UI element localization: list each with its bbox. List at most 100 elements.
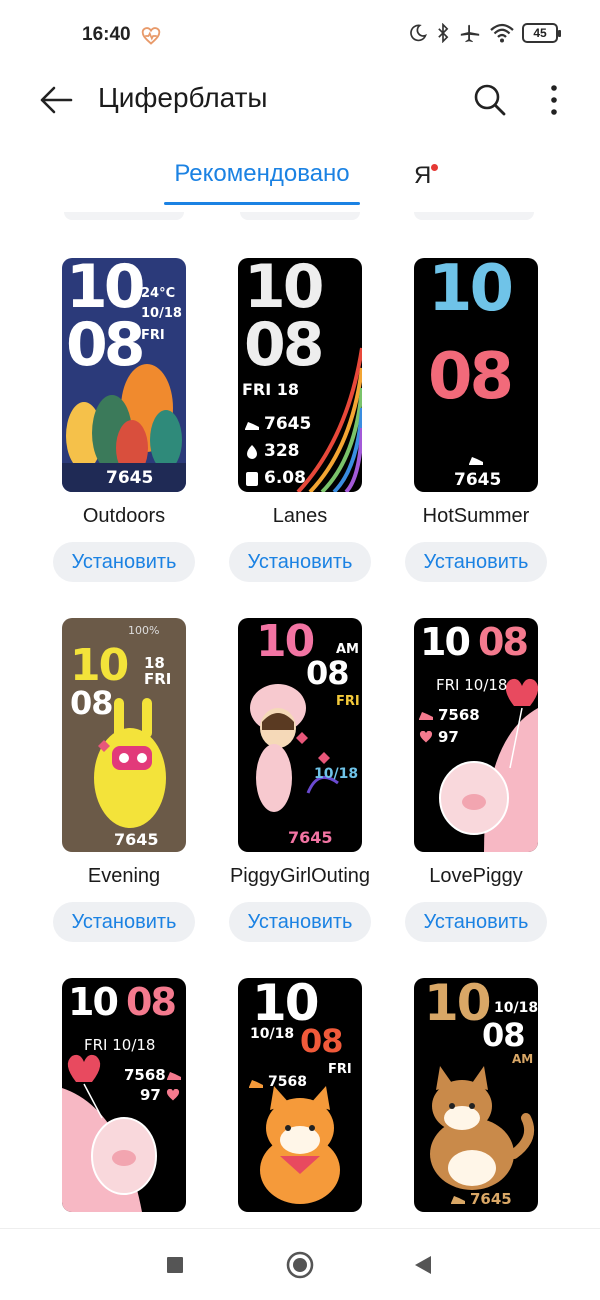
watch-hour: 10	[68, 980, 119, 1024]
watch-ampm: AM	[336, 642, 359, 657]
previous-row-button-edge	[240, 212, 360, 220]
watch-hour: 10	[256, 618, 315, 667]
watch-date: 10/18	[494, 1000, 538, 1016]
watch-day-date: FRI 10/18	[436, 676, 508, 694]
heart-icon	[166, 1089, 180, 1101]
heart-icon	[419, 731, 433, 743]
search-button[interactable]	[468, 78, 512, 122]
search-icon	[474, 84, 506, 116]
watch-date: 10/18	[250, 1026, 295, 1042]
watch-heart-rate: 97	[438, 728, 459, 746]
watch-minute: 08	[126, 980, 177, 1024]
watch-steps: 7645	[470, 1190, 512, 1208]
watch-day: FRI	[328, 1062, 352, 1077]
airplane-mode-icon	[460, 24, 480, 43]
system-navigation-bar	[0, 1228, 600, 1300]
watch-minute: 08	[478, 620, 529, 664]
watch-face-card[interactable]: 100% 10 08 18 FRI 7645 Evening Установит…	[40, 618, 208, 942]
watch-heart-rate: 97	[140, 1086, 161, 1104]
watch-face-preview-piggygirlouting[interactable]: 10 08 AM FRI 10/18 7645	[238, 618, 362, 852]
watch-temperature: 24°C	[141, 286, 176, 301]
watch-battery: 100%	[128, 624, 160, 637]
watch-steps: 7645	[106, 468, 154, 488]
status-icons: 45	[408, 22, 561, 44]
home-button[interactable]	[280, 1245, 320, 1285]
watch-minute: 08	[306, 654, 350, 692]
back-button[interactable]	[34, 78, 78, 122]
watch-hour: 10	[420, 620, 471, 664]
watch-face-card[interactable]: 10 08 24°C 10/18 FRI 7645 Outdoors Устан…	[40, 258, 208, 582]
wifi-icon	[490, 23, 514, 43]
watch-day-date: FRI 18	[242, 380, 300, 399]
watch-face-name: Evening	[87, 865, 161, 887]
watch-face-card[interactable]: 10 08 FRI 18 7645 328 6.08 Lanes Установ…	[216, 258, 384, 582]
active-tab-indicator	[164, 202, 360, 205]
watch-steps: 7568	[124, 1066, 166, 1084]
watch-face-card[interactable]: 10 08 FRI 10/18 7568 97 LovePiggy Устано…	[392, 618, 560, 942]
install-button[interactable]: Установить	[53, 542, 195, 582]
tab-recommended[interactable]: Рекомендовано	[164, 160, 360, 188]
watch-face-name: Outdoors	[82, 505, 166, 527]
watch-day: FRI	[336, 694, 360, 709]
watch-minute: 08	[244, 310, 324, 380]
home-circle-icon	[286, 1251, 314, 1279]
tab-mine[interactable]: Я	[414, 162, 431, 190]
watch-steps: 7645	[454, 470, 502, 490]
previous-row-button-edge	[64, 212, 184, 220]
watch-face-preview[interactable]: 10 08 FRI 10/18 7568 97	[62, 978, 186, 1212]
watch-minute: 08	[482, 1016, 526, 1054]
watch-minute: 08	[428, 340, 514, 414]
watch-face-name: PiggyGirlOuting	[229, 865, 371, 887]
watch-date: 10/18	[314, 766, 359, 782]
status-bar: 16:40 45	[0, 0, 600, 72]
install-button[interactable]: Установить	[53, 902, 195, 942]
watch-face-card[interactable]: 10 10/18 08 FRI 7568	[216, 978, 384, 1212]
bluetooth-icon	[438, 23, 449, 43]
do-not-disturb-moon-icon	[410, 24, 427, 42]
watch-steps: 7645	[114, 830, 159, 849]
install-button[interactable]: Установить	[229, 902, 371, 942]
watch-face-preview-outdoors[interactable]: 10 08 24°C 10/18 FRI 7645	[62, 258, 186, 492]
steps-icon	[249, 1080, 263, 1088]
app-bar: Циферблаты	[0, 72, 600, 128]
watch-face-name: HotSummer	[422, 505, 530, 527]
watch-face-preview-evening[interactable]: 100% 10 08 18 FRI 7645	[62, 618, 186, 852]
notification-dot	[431, 164, 438, 171]
watch-minute: 08	[300, 1022, 344, 1060]
steps-icon	[167, 1072, 181, 1080]
watch-face-preview[interactable]: 10 10/18 08 AM 7645	[414, 978, 538, 1212]
watch-day: FRI	[141, 328, 165, 343]
watch-face-preview-lovepiggy[interactable]: 10 08 FRI 10/18 7568 97	[414, 618, 538, 852]
watch-steps: 7645	[264, 414, 312, 434]
nav-back-button[interactable]	[403, 1245, 443, 1285]
watch-hour: 10	[424, 978, 492, 1032]
watch-steps: 7568	[268, 1074, 307, 1090]
steps-icon	[469, 457, 483, 465]
watch-face-preview[interactable]: 10 10/18 08 FRI 7568	[238, 978, 362, 1212]
tab-bar: Рекомендовано Я	[0, 150, 600, 210]
previous-row-button-edge	[414, 212, 534, 220]
watch-face-card[interactable]: 10 10/18 08 AM 7645	[392, 978, 560, 1212]
back-arrow-icon	[40, 86, 73, 114]
more-options-button[interactable]	[532, 78, 576, 122]
install-button[interactable]: Установить	[405, 902, 547, 942]
watch-steps: 7645	[288, 828, 333, 847]
recents-square-icon	[167, 1257, 183, 1273]
watch-hour: 10	[428, 258, 514, 326]
recents-button[interactable]	[155, 1245, 195, 1285]
install-button[interactable]: Установить	[405, 542, 547, 582]
watch-steps: 7568	[438, 706, 480, 724]
battery-icon: 45	[522, 23, 561, 43]
watch-minute: 08	[70, 684, 114, 722]
watch-face-name: LovePiggy	[429, 865, 523, 887]
watch-face-card[interactable]: 10 08 AM FRI 10/18 7645 PiggyGirlOuting …	[216, 618, 384, 942]
steps-icon	[451, 1196, 465, 1204]
watch-face-card[interactable]: 10 08 7645 HotSummer Установить	[392, 258, 560, 582]
page-title: Циферблаты	[98, 82, 268, 113]
more-vertical-icon	[551, 85, 557, 115]
watch-face-preview-hotsummer[interactable]: 10 08 7645	[414, 258, 538, 492]
watch-face-card[interactable]: 10 08 FRI 10/18 7568 97	[40, 978, 208, 1212]
status-time: 16:40	[82, 24, 131, 45]
watch-face-preview-lanes[interactable]: 10 08 FRI 18 7645 328 6.08	[238, 258, 362, 492]
install-button[interactable]: Установить	[229, 542, 371, 582]
